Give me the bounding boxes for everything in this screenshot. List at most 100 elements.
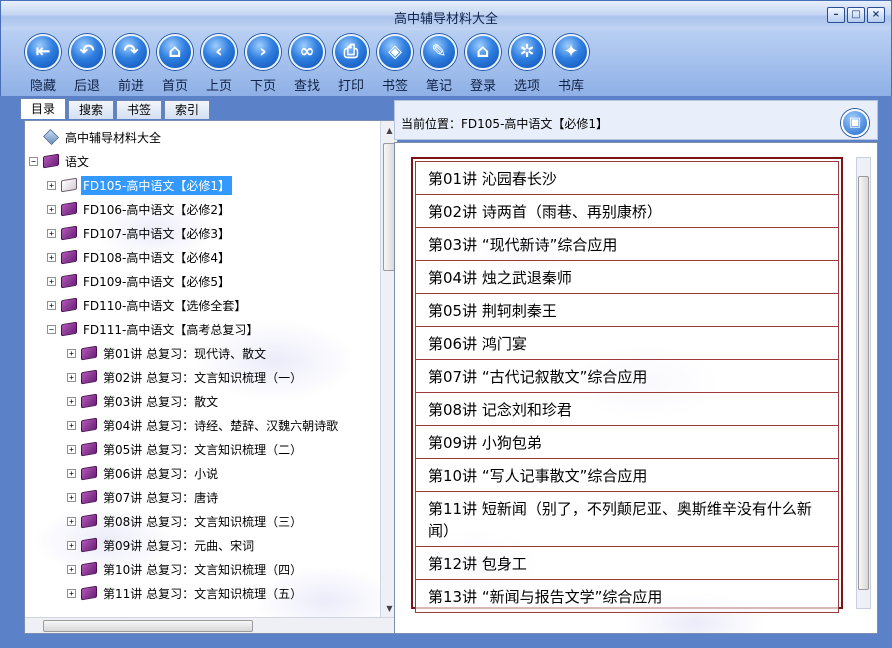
tree-item[interactable]: + FD110-高中语文【选修全套】 [47, 295, 248, 315]
expand-icon[interactable]: + [47, 276, 56, 286]
toolbar-button-2[interactable]: ↷ 前进 [109, 34, 153, 94]
expand-icon[interactable]: + [67, 516, 76, 526]
lesson-item[interactable]: 第01讲 沁园春长沙 [415, 161, 839, 194]
tree-item[interactable]: + FD109-高中语文【必修5】 [47, 271, 232, 291]
toolbar-button-6[interactable]: ∞ 查找 [285, 34, 329, 94]
lesson-item[interactable]: 第08讲 记念刘和珍君 [415, 392, 839, 425]
lesson-item[interactable]: 第07讲 “古代记叙散文”综合应用 [415, 359, 839, 392]
expand-icon[interactable]: + [67, 372, 76, 382]
expand-icon[interactable]: + [67, 540, 76, 550]
tab-search[interactable]: 搜索 [68, 100, 115, 119]
location-label: 当前位置： [401, 117, 462, 131]
toolbar-button-7[interactable]: ⎙ 打印 [329, 34, 373, 94]
tree-subitem[interactable]: + 第02讲 总复习：文言知识梳理（一） [67, 367, 304, 387]
fullscreen-button[interactable]: ▣ [841, 109, 869, 137]
toolbar-button-8[interactable]: ◈ 书签 [373, 34, 417, 94]
tree-subitem[interactable]: + 第11讲 总复习：文言知识梳理（五） [67, 583, 304, 603]
tree-subitem[interactable]: + 第04讲 总复习：诗经、楚辞、汉魏六朝诗歌 [67, 415, 340, 435]
expand-icon[interactable]: + [67, 492, 76, 502]
tree-node-label: 第08讲 总复习：文言知识梳理（三） [103, 514, 303, 529]
tree-subject[interactable]: − 语文 [29, 151, 91, 171]
tree-subitem[interactable]: + 第03讲 总复习：散文 [67, 391, 220, 411]
gear-icon: ✲ [509, 34, 545, 70]
book-icon [81, 369, 97, 385]
tree-node-label: 第10讲 总复习：文言知识梳理（四） [103, 562, 303, 577]
lesson-item[interactable]: 第13讲 “新闻与报告文学”综合应用 [415, 579, 839, 613]
tree-subitem[interactable]: + 第08讲 总复习：文言知识梳理（三） [67, 511, 304, 531]
minimize-button[interactable]: – [827, 7, 845, 23]
toolbar-button-label: 隐藏 [29, 79, 56, 94]
toolbar-button-label: 下页 [249, 79, 276, 94]
expand-icon[interactable]: + [67, 420, 76, 430]
tree-node-label: FD111-高中语文【高考总复习】 [83, 322, 259, 337]
chevron-left-icon: ‹ [201, 34, 237, 70]
lesson-item[interactable]: 第02讲 诗两首（雨巷、再别康桥） [415, 194, 839, 227]
tree-item[interactable]: + FD107-高中语文【必修3】 [47, 223, 232, 243]
back-arrow-icon: ↶ [69, 34, 105, 70]
tree-root[interactable]: 高中辅导材料大全 [43, 127, 163, 147]
maximize-button[interactable]: □ [847, 7, 865, 23]
content-vertical-scrollbar[interactable] [856, 157, 871, 609]
lesson-item[interactable]: 第05讲 荆轲刺秦王 [415, 293, 839, 326]
tree-subitem[interactable]: + 第07讲 总复习：唐诗 [67, 487, 220, 507]
expand-icon[interactable]: + [67, 348, 76, 358]
tab-bookmarks[interactable]: 书签 [116, 100, 163, 119]
expand-icon[interactable]: + [47, 204, 56, 214]
toolbar-button-9[interactable]: ✎ 笔记 [417, 34, 461, 94]
tree-subitem[interactable]: + 第10讲 总复习：文言知识梳理（四） [67, 559, 304, 579]
toolbar-button-4[interactable]: ‹ 上页 [197, 34, 241, 94]
tree-node-label: 第02讲 总复习：文言知识梳理（一） [103, 370, 303, 385]
bookmark-tag-icon: ◈ [377, 34, 413, 70]
expand-icon[interactable]: + [67, 396, 76, 406]
expand-icon[interactable]: + [67, 444, 76, 454]
expand-icon[interactable]: + [47, 252, 56, 262]
toolbar-button-label: 选项 [513, 79, 540, 94]
toolbar-button-11[interactable]: ✲ 选项 [505, 34, 549, 94]
toolbar-button-5[interactable]: › 下页 [241, 34, 285, 94]
tree-hscroll-thumb[interactable] [43, 620, 253, 632]
lesson-list-area: 第01讲 沁园春长沙 第02讲 诗两首（雨巷、再别康桥） 第03讲 “现代新诗”综合… [394, 142, 878, 634]
tree-item[interactable]: + FD106-高中语文【必修2】 [47, 199, 232, 219]
navigation-pane: 目录 搜索 书签 索引 高中辅导材料大全 − 语文 + FD105-高中语文【必修1】 +… [14, 98, 398, 634]
toolbar-button-1[interactable]: ↶ 后退 [65, 34, 109, 94]
expand-icon[interactable]: + [47, 228, 56, 238]
tab-index[interactable]: 索引 [164, 100, 211, 119]
lesson-item[interactable]: 第10讲 “写人记事散文”综合应用 [415, 458, 839, 491]
expand-icon[interactable]: + [47, 180, 56, 190]
tree-item[interactable]: + FD108-高中语文【必修4】 [47, 247, 232, 267]
toolbar: ⇤ 隐藏 ↶ 后退 ↷ 前进 ⌂ 首页 ‹ 上页 › 下页 ∞ 查找 ⎙ 打印 ◈ 书签 ✎ 笔记 ⌂ 登录 ✲ 选项 ✦ 书库 [0, 30, 892, 96]
tree-subitem[interactable]: + 第05讲 总复习：文言知识梳理（二） [67, 439, 304, 459]
tree-horizontal-scrollbar[interactable] [25, 617, 397, 633]
tree-item[interactable]: + FD105-高中语文【必修1】 [47, 175, 233, 195]
lesson-item[interactable]: 第04讲 烛之武退秦师 [415, 260, 839, 293]
tab-contents[interactable]: 目录 [20, 98, 67, 119]
expand-icon[interactable]: + [67, 588, 76, 598]
lesson-item[interactable]: 第06讲 鸿门宴 [415, 326, 839, 359]
toolbar-button-3[interactable]: ⌂ 首页 [153, 34, 197, 94]
lesson-item[interactable]: 第03讲 “现代新诗”综合应用 [415, 227, 839, 260]
library-icon: ✦ [553, 34, 589, 70]
expand-icon[interactable]: + [47, 300, 56, 310]
lesson-item[interactable]: 第12讲 包身工 [415, 546, 839, 579]
content-scroll-thumb[interactable] [858, 176, 869, 590]
book-icon [43, 153, 59, 169]
tree-view[interactable]: 高中辅导材料大全 − 语文 + FD105-高中语文【必修1】 + FD106-高中语文【必… [24, 120, 398, 634]
close-button[interactable]: × [867, 7, 885, 23]
book-icon [81, 585, 97, 601]
lesson-item[interactable]: 第11讲 短新闻（别了，不列颠尼亚、奥斯维辛没有什么新闻） [415, 491, 839, 546]
expand-icon[interactable]: + [67, 468, 76, 478]
tree-subitem[interactable]: + 第01讲 总复习：现代诗、散文 [67, 343, 268, 363]
window-title: 高中辅导材料大全 [393, 12, 498, 27]
tree-node-label: 第07讲 总复习：唐诗 [103, 490, 219, 505]
toolbar-button-12[interactable]: ✦ 书库 [549, 34, 593, 94]
tree-node-label: 第03讲 总复习：散文 [103, 394, 219, 409]
toolbar-button-0[interactable]: ⇤ 隐藏 [21, 34, 65, 94]
tree-subitem[interactable]: + 第06讲 总复习：小说 [67, 463, 220, 483]
toolbar-button-10[interactable]: ⌂ 登录 [461, 34, 505, 94]
collapse-icon[interactable]: − [29, 156, 38, 166]
expand-icon[interactable]: + [67, 564, 76, 574]
collapse-icon[interactable]: − [47, 324, 56, 334]
tree-subitem[interactable]: + 第09讲 总复习：元曲、宋词 [67, 535, 256, 555]
tree-item[interactable]: − FD111-高中语文【高考总复习】 [47, 319, 260, 339]
lesson-item[interactable]: 第09讲 小狗包弟 [415, 425, 839, 458]
